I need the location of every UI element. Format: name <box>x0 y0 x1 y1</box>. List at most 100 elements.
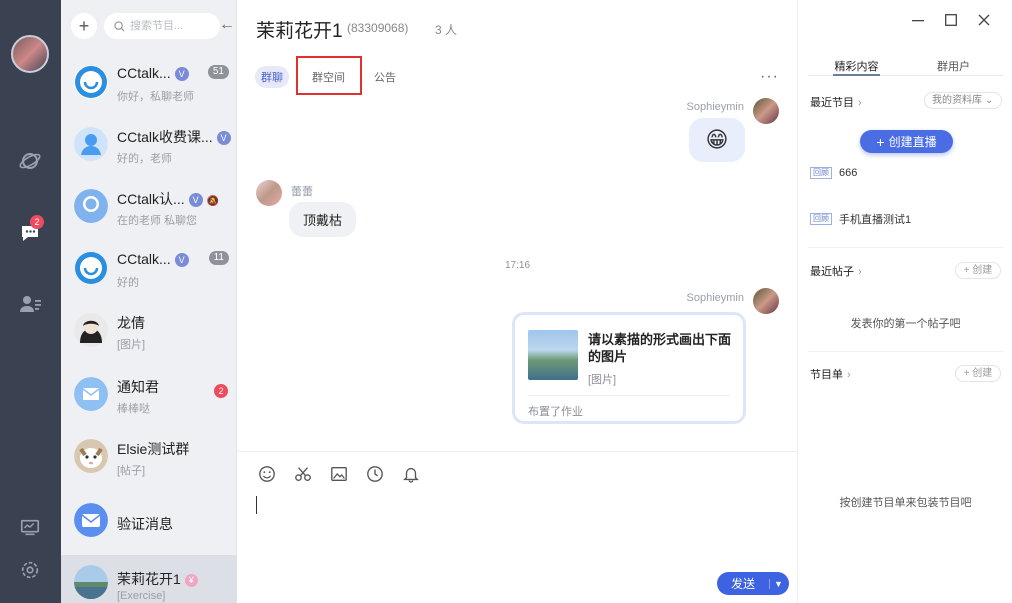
replay-tag: 回顾 <box>810 213 832 225</box>
message-bubble[interactable]: 😁 <box>689 118 745 162</box>
replay-item[interactable]: 回顾 666 <box>810 167 857 179</box>
recent-programs-heading[interactable]: 最近节目 › <box>810 94 862 110</box>
library-dropdown-label: 我的资料库 <box>932 95 982 106</box>
contacts-icon[interactable] <box>17 291 43 317</box>
sender-avatar[interactable] <box>753 288 779 314</box>
window-controls <box>901 10 1000 30</box>
conversation-item[interactable]: 验证消息 <box>61 490 237 552</box>
clock-icon[interactable] <box>365 464 385 484</box>
right-tabs: 精彩内容 群用户 <box>808 58 1003 76</box>
more-icon[interactable]: ··· <box>760 68 779 86</box>
right-panel: 精彩内容 群用户 最近节目 › 我的资料库 ⌄ + 创建直播 回顾 666 回顾 手机… <box>797 0 1012 603</box>
chevron-right-icon: › <box>847 369 851 381</box>
chat-title: 茉莉花开1 <box>256 21 343 42</box>
chevron-right-icon: › <box>858 266 862 278</box>
conversation-list: + ← CCtalk...V 51 你好，私聊老师 CCtalk收费课...V … <box>61 0 237 603</box>
conversation-item[interactable]: CCtalk... V 51 你好，私聊老师 <box>61 52 237 114</box>
maximize-icon[interactable] <box>934 10 967 30</box>
member-count[interactable]: 3 人 <box>435 21 457 38</box>
composer-divider <box>237 451 797 452</box>
tab-highlights[interactable]: 精彩内容 <box>808 58 905 76</box>
unread-count: 2 <box>214 384 228 398</box>
card-footer: 布置了作业 <box>528 406 583 418</box>
minimize-icon[interactable] <box>901 10 934 30</box>
conversation-item[interactable]: 龙倩 [图片] <box>61 300 237 362</box>
conversation-name: CCtalk... <box>117 65 171 81</box>
conversation-avatar <box>74 127 108 161</box>
conversation-name: CCtalk... <box>117 251 171 267</box>
program-list-heading[interactable]: 节目单 › <box>810 366 851 382</box>
replay-title: 666 <box>839 167 858 179</box>
emoji-icon[interactable] <box>257 464 277 484</box>
image-icon[interactable] <box>329 464 349 484</box>
create-program-list-button[interactable]: + 创建 <box>955 365 1001 382</box>
library-dropdown[interactable]: 我的资料库 ⌄ <box>924 92 1002 109</box>
recent-posts-label: 最近帖子 <box>810 266 854 278</box>
sender-avatar[interactable] <box>256 180 282 206</box>
card-subtitle: [图片] <box>588 374 617 386</box>
grinning-emoji-icon: 😁 <box>705 127 729 152</box>
unread-count: 51 <box>207 65 229 79</box>
close-icon[interactable] <box>967 10 1000 30</box>
chat-id: (83309068) <box>347 21 409 35</box>
conversation-preview: [Exercise] <box>117 590 166 602</box>
send-button[interactable]: 发送 ▼ <box>717 572 789 595</box>
program-list-label: 节目单 <box>810 369 843 381</box>
search-box[interactable] <box>104 13 220 39</box>
conversation-name: 茉莉花开1 <box>117 571 181 587</box>
conversation-item[interactable]: CCtalk收费课... V 好的，老师 <box>61 114 237 176</box>
chat-unread-badge: 2 <box>30 215 44 229</box>
conversation-item[interactable]: CCtalk... V 11 好的 <box>61 238 237 300</box>
conversation-preview: 好的，老师 <box>117 153 172 165</box>
conversation-name: CCtalk收费课... <box>117 129 213 145</box>
conversation-name: 龙倩 <box>117 315 145 331</box>
sender-avatar[interactable] <box>753 98 779 124</box>
member-icon: ¥ <box>184 574 198 587</box>
text-input-caret[interactable] <box>256 496 257 514</box>
conversation-preview: 在的老师 私聊您 <box>117 215 198 227</box>
settings-icon[interactable] <box>17 557 43 583</box>
create-post-button[interactable]: + 创建 <box>955 262 1001 279</box>
search-icon <box>114 20 125 32</box>
tab-group-chat[interactable]: 群聊 <box>255 66 289 88</box>
search-input[interactable] <box>130 20 210 32</box>
tab-group-users[interactable]: 群用户 <box>905 58 1002 75</box>
homework-card[interactable]: 请以素描的形式画出下面的图片 [图片] 布置了作业 <box>512 312 746 424</box>
user-avatar[interactable] <box>11 35 49 73</box>
conversation-item-active[interactable]: 茉莉花开1 ¥ [Exercise] <box>61 555 237 603</box>
recent-programs-label: 最近节目 <box>810 97 854 109</box>
verified-icon: V <box>174 67 189 81</box>
conversation-preview: 好的 <box>117 277 139 289</box>
conversation-preview: [图片] <box>117 339 146 351</box>
card-divider <box>528 395 730 396</box>
sender-name: Sophieymin <box>686 101 744 113</box>
highlight-box <box>296 56 362 95</box>
conversation-preview: 棒棒哒 <box>117 403 150 415</box>
chat-header: 茉莉花开1 (83309068) 3 人 <box>237 0 797 54</box>
chevron-down-icon[interactable]: ▼ <box>769 578 787 589</box>
conversation-name: CCtalk认... <box>117 191 185 207</box>
recent-posts-heading[interactable]: 最近帖子 › <box>810 263 862 279</box>
bell-icon[interactable] <box>401 464 421 484</box>
chat-panel: 茉莉花开1 (83309068) 3 人 群聊 群空间 公告 ··· Sophi… <box>237 0 797 603</box>
tab-announcement[interactable]: 公告 <box>368 66 402 88</box>
posts-empty-text: 发表你的第一个帖子吧 <box>850 318 961 330</box>
add-button[interactable]: + <box>71 13 97 39</box>
program-list-empty-text: 按创建节目单来包装节目吧 <box>839 497 972 509</box>
planet-icon[interactable] <box>17 148 43 174</box>
collapse-arrow-icon[interactable]: ← <box>219 16 235 34</box>
conversation-avatar <box>74 189 108 223</box>
left-rail: 2 <box>0 0 61 603</box>
replay-item[interactable]: 回顾 手机直播测试1 <box>810 211 911 227</box>
replay-tag: 回顾 <box>810 167 832 179</box>
conversation-avatar <box>74 251 108 285</box>
conversation-item[interactable]: CCtalk认... V 🔕 在的老师 私聊您 <box>61 176 237 238</box>
message-bubble[interactable]: 顶戴枯 <box>289 202 357 237</box>
scissors-icon[interactable] <box>293 464 313 484</box>
monitor-icon[interactable] <box>17 515 43 541</box>
replay-title: 手机直播测试1 <box>839 214 912 226</box>
create-live-button[interactable]: + 创建直播 <box>860 130 953 153</box>
card-thumbnail <box>528 330 578 380</box>
conversation-item[interactable]: 通知君 2 棒棒哒 <box>61 364 237 426</box>
conversation-item[interactable]: Elsie测试群 [帖子] <box>61 426 237 488</box>
